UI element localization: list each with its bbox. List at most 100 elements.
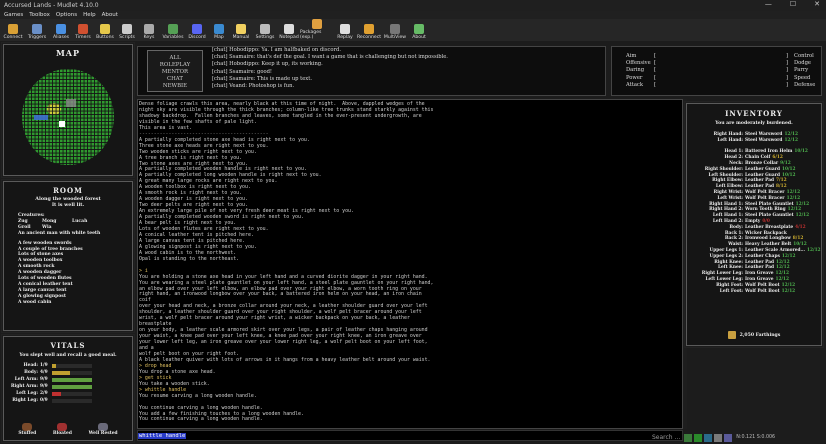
status-bar: Search ... N:0.121 S:0.006: [600, 431, 826, 444]
trigger-icon: [32, 24, 42, 34]
channel-all[interactable]: ALL: [148, 55, 202, 62]
menu-help[interactable]: Help: [83, 12, 96, 18]
stance-row[interactable]: ] Dodge: [786, 60, 815, 67]
toolbar-connect-button[interactable]: Connect: [2, 19, 24, 41]
search-input[interactable]: Search ...: [652, 434, 680, 441]
keys-icon: [144, 24, 154, 34]
search-icon[interactable]: [684, 433, 693, 442]
stance-row[interactable]: Offensive[: [626, 60, 656, 67]
bulb-icon: [236, 24, 246, 34]
multiview-icon: [390, 24, 400, 34]
main-output[interactable]: Dense foliage crawls this area, nearly b…: [137, 99, 683, 429]
toolbar-label: About: [412, 35, 426, 40]
toolbar-packages-exp-button[interactable]: Packages (exp.): [300, 19, 334, 41]
stance-row[interactable]: ] Control: [786, 53, 815, 60]
vital-value: 2/9: [40, 391, 48, 396]
toolbar-scripts-button[interactable]: Scripts: [116, 19, 138, 41]
stance-bracket: ]: [786, 74, 789, 81]
split-icon[interactable]: [724, 433, 733, 442]
menu-games[interactable]: Games: [4, 12, 23, 18]
globe-icon: [214, 24, 224, 34]
vital-label: Head:: [23, 363, 38, 368]
stance-row[interactable]: ] Parry: [786, 67, 815, 74]
map-view[interactable]: [4, 59, 132, 175]
toolbar-map-button[interactable]: Map: [208, 19, 230, 41]
creature-groll[interactable]: Groll: [18, 225, 42, 231]
minimize-button[interactable]: —: [765, 0, 772, 8]
vitals-badges: Stuffed Bloated Well Rested: [10, 423, 126, 436]
maximize-button[interactable]: ☐: [790, 0, 796, 8]
vitals-panel: VITALS You slept well and recall a good …: [1, 334, 135, 443]
channel-mentor[interactable]: MENTOR: [148, 69, 202, 76]
stance-row[interactable]: ] Defense: [786, 82, 815, 89]
toolbar-label: Manual: [232, 35, 250, 40]
stance-row[interactable]: Aim [: [626, 53, 656, 60]
equipment-quality: 12/12: [784, 137, 798, 143]
toolbar-about-button[interactable]: About: [408, 19, 430, 41]
room-item[interactable]: A wood cabin: [18, 300, 132, 306]
vital-row: Body: 4/9: [4, 369, 132, 376]
creature-lucah[interactable]: Lucah: [72, 219, 87, 225]
timestamp-icon[interactable]: [704, 433, 713, 442]
toolbar-label: Variables: [162, 35, 184, 40]
vital-row: Head: 1/9: [4, 362, 132, 369]
discord-icon: [192, 24, 202, 34]
toolbar-buttons-button[interactable]: Buttons: [94, 19, 116, 41]
toolbar-notepad-button[interactable]: Notepad: [278, 19, 300, 41]
toolbar-multiview-button[interactable]: MultiView: [382, 19, 408, 41]
lock-icon[interactable]: [714, 433, 723, 442]
close-button[interactable]: ✕: [814, 0, 820, 8]
vital-bar: [52, 377, 92, 382]
stance-right-list: ] Control] Dodge] Parry] Speed] Defense: [786, 53, 815, 89]
burden-status: You are moderately burdened.: [715, 121, 793, 126]
stance-row[interactable]: Daring [: [626, 67, 656, 74]
vital-value: 1/9: [40, 363, 48, 368]
stance-row[interactable]: ] Speed: [786, 75, 815, 82]
wrench-icon: [260, 24, 270, 34]
equipment-row[interactable]: Left Foot: Wolf Pelt Boot 12/12: [687, 289, 821, 295]
toolbar-settings-button[interactable]: Settings: [252, 19, 278, 41]
equipment-quality: 12/12: [795, 213, 810, 219]
badge-well-rested: Well Rested: [89, 423, 118, 436]
chat-channel-selector[interactable]: ALL ROLEPLAY MENTOR CHAT NEWBIE: [147, 50, 203, 92]
stance-bracket: [: [654, 74, 657, 81]
toolbar-reconnect-button[interactable]: Reconnect: [356, 19, 382, 41]
channel-chat[interactable]: CHAT: [148, 76, 202, 83]
vital-label: Left Arm:: [14, 377, 38, 382]
room-light: It is well lit.: [51, 202, 85, 208]
toolbar-aliases-button[interactable]: Aliases: [50, 19, 72, 41]
vital-value: 4/9: [40, 370, 48, 375]
toolbar-variables-button[interactable]: Variables: [160, 19, 186, 41]
stance-bracket: [: [654, 81, 657, 88]
vital-label: Right Arm:: [10, 384, 38, 389]
toolbar-replay-button[interactable]: Replay: [334, 19, 356, 41]
toolbar-triggers-button[interactable]: Triggers: [24, 19, 50, 41]
vital-bar: [52, 398, 92, 403]
toolbar-manual-button[interactable]: Manual: [230, 19, 252, 41]
creature-wia[interactable]: Wia: [42, 225, 52, 231]
stance-left-list: Aim[Offensive[Daring[Power[Attack[: [626, 53, 656, 89]
toolbar-discord-button[interactable]: Discord: [186, 19, 208, 41]
channel-newbie[interactable]: NEWBIE: [148, 83, 202, 90]
stance-row[interactable]: Power [: [626, 75, 656, 82]
equipment-quality: 4/12: [795, 224, 806, 230]
menu-options[interactable]: Options: [56, 12, 77, 18]
replay-icon: [340, 24, 350, 34]
equipment-quality: 12/12: [807, 247, 821, 253]
vitals-title: VITALS: [50, 341, 86, 350]
menu-about[interactable]: About: [102, 12, 118, 18]
vital-row: Left Arm: 9/9: [4, 376, 132, 383]
stance-name: Daring: [626, 67, 645, 74]
channel-roleplay[interactable]: ROLEPLAY: [148, 62, 202, 69]
toolbar-keys-button[interactable]: Keys: [138, 19, 160, 41]
chat-line: [chat] Ssamaire: This is made up text.: [212, 75, 312, 82]
inventory-title: INVENTORY: [725, 109, 783, 118]
vital-value: 9/9: [40, 377, 48, 382]
notepad-icon: [284, 24, 294, 34]
toolbar-label: Replay: [337, 35, 353, 40]
play-icon[interactable]: [694, 433, 703, 442]
stance-row[interactable]: Attack [: [626, 82, 656, 89]
stance-name: Power: [626, 74, 643, 81]
menu-toolbox[interactable]: Toolbox: [29, 12, 50, 18]
toolbar-timers-button[interactable]: Timers: [72, 19, 94, 41]
